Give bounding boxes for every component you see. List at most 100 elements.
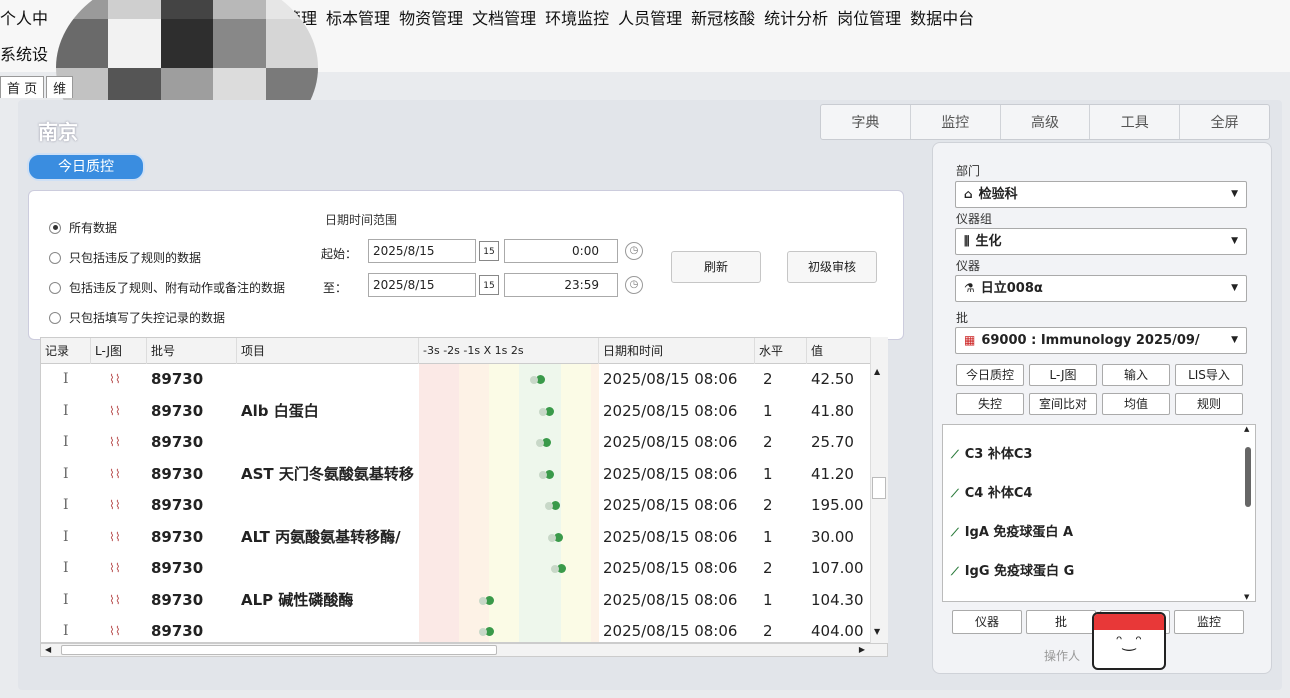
- scroll-down-icon[interactable]: ▼: [1244, 593, 1249, 601]
- column-header[interactable]: 记录: [41, 338, 91, 364]
- bottom-panel-button[interactable]: 监控: [1174, 610, 1244, 634]
- scroll-up-icon[interactable]: ▲: [1244, 425, 1249, 433]
- toolbar-button[interactable]: 全屏: [1180, 105, 1269, 139]
- calendar-icon[interactable]: 15: [479, 275, 499, 295]
- instrument-group-select[interactable]: ⫼ 生化 ▼: [955, 228, 1247, 255]
- bottom-panel-button[interactable]: 仪器: [952, 610, 1022, 634]
- start-time-input[interactable]: 0:00: [504, 239, 618, 263]
- table-row[interactable]: I ⌇⌇ 89730 2025/08/15 08:06 2 25.70: [41, 427, 871, 459]
- panel-button[interactable]: 今日质控: [956, 364, 1024, 386]
- record-icon[interactable]: I: [59, 396, 89, 428]
- filter-radio-option[interactable]: 只包括填写了失控记录的数据: [49, 309, 225, 326]
- lj-chart-icon[interactable]: ⌇⌇: [105, 459, 135, 491]
- refresh-button[interactable]: 刷新: [671, 251, 761, 283]
- toolbar-button[interactable]: 字典: [821, 105, 911, 139]
- column-header[interactable]: 值: [807, 338, 871, 364]
- radio-button[interactable]: [49, 251, 61, 264]
- list-scroll-thumb[interactable]: [1245, 447, 1251, 507]
- record-icon[interactable]: I: [59, 585, 89, 617]
- list-item[interactable]: ⟋ IgG 免疫球蛋白 G: [951, 560, 1074, 579]
- record-icon[interactable]: I: [59, 364, 89, 396]
- lj-chart-icon[interactable]: ⌇⌇: [105, 522, 135, 554]
- table-row[interactable]: I ⌇⌇ 89730 2025/08/15 08:06 2 42.50: [41, 364, 871, 396]
- menu-item[interactable]: 新冠核酸: [691, 5, 764, 29]
- record-icon[interactable]: I: [59, 427, 89, 459]
- toolbar-button[interactable]: 监控: [911, 105, 1001, 139]
- page-tab[interactable]: 维: [46, 76, 74, 98]
- menu-item[interactable]: 标本管理: [326, 5, 399, 29]
- table-row[interactable]: I ⌇⌇ 89730 AST 天门冬氨酸氨基转移 2025/08/15 08:06 1 41…: [41, 459, 871, 491]
- table-row[interactable]: I ⌇⌇ 89730 ALP 碱性磷酸酶 2025/08/15 08:06 1 104.30: [41, 585, 871, 617]
- dept-select[interactable]: ⌂ 检验科 ▼: [955, 181, 1247, 208]
- table-row[interactable]: I ⌇⌇ 89730 ALT 丙氨酸氨基转移酶/2025/08/15 08:06 1 30…: [41, 522, 871, 554]
- grid-vertical-scrollbar[interactable]: ▲ ▼: [870, 337, 888, 643]
- scroll-right-icon[interactable]: ▶: [859, 645, 865, 654]
- hscroll-thumb[interactable]: [61, 645, 497, 655]
- bottom-panel-button[interactable]: 批: [1026, 610, 1096, 634]
- radio-button[interactable]: [49, 311, 61, 324]
- record-icon[interactable]: I: [59, 616, 89, 642]
- instrument-select[interactable]: ⚗ 日立008α ▼: [955, 275, 1247, 302]
- column-header[interactable]: 批号: [147, 338, 237, 364]
- list-item[interactable]: ⟋ IgA 免疫球蛋白 A: [951, 521, 1073, 540]
- toolbar-button[interactable]: 高级: [1001, 105, 1091, 139]
- lj-chart-icon[interactable]: ⌇⌇: [105, 585, 135, 617]
- lj-chart-icon[interactable]: ⌇⌇: [105, 553, 135, 585]
- panel-button[interactable]: 输入: [1102, 364, 1170, 386]
- list-item[interactable]: ⟋ C4 补体C4: [951, 482, 1032, 501]
- column-header[interactable]: 日期和时间: [599, 338, 755, 364]
- menu-item[interactable]: 环境监控: [545, 5, 618, 29]
- column-header[interactable]: -3s -2s -1s X 1s 2s: [419, 338, 599, 364]
- scroll-left-icon[interactable]: ◀: [45, 645, 51, 654]
- scrollbar-thumb[interactable]: [872, 477, 886, 499]
- list-item[interactable]: ⟋ C3 补体C3: [951, 443, 1032, 462]
- panel-button[interactable]: 室间比对: [1029, 393, 1097, 415]
- clock-icon[interactable]: ◷: [625, 276, 643, 294]
- filter-radio-option[interactable]: 所有数据: [49, 219, 117, 236]
- primary-review-button[interactable]: 初级审核: [787, 251, 877, 283]
- column-header[interactable]: L-J图: [91, 338, 147, 364]
- record-icon[interactable]: I: [59, 553, 89, 585]
- lj-chart-icon[interactable]: ⌇⌇: [105, 364, 135, 396]
- menu-item[interactable]: 物资管理: [399, 5, 472, 29]
- column-header[interactable]: 项目: [237, 338, 419, 364]
- batch-select[interactable]: ▦ 69000 : Immunology 2025/09/ ▼: [955, 327, 1247, 354]
- record-icon[interactable]: I: [59, 490, 89, 522]
- list-scrollbar[interactable]: ▲ ▼: [1243, 425, 1253, 601]
- clock-icon[interactable]: ◷: [625, 242, 643, 260]
- today-qc-tab-button[interactable]: 今日质控: [27, 153, 145, 181]
- menu-item[interactable]: 文档管理: [472, 5, 545, 29]
- page-tab[interactable]: 首 页: [0, 76, 45, 98]
- menu-item[interactable]: 数据中台: [910, 5, 983, 29]
- lj-chart-icon[interactable]: ⌇⌇: [105, 616, 135, 642]
- end-date-input[interactable]: 2025/8/15: [368, 273, 476, 297]
- filter-radio-option[interactable]: 包括违反了规则、附有动作或备注的数据: [49, 279, 285, 296]
- scroll-down-icon[interactable]: ▼: [874, 627, 880, 636]
- end-time-input[interactable]: 23:59: [504, 273, 618, 297]
- table-row[interactable]: I ⌇⌇ 89730 2025/08/15 08:06 2 195.00: [41, 490, 871, 522]
- column-header[interactable]: 水平: [755, 338, 807, 364]
- calendar-icon[interactable]: 15: [479, 241, 499, 261]
- record-icon[interactable]: I: [59, 522, 89, 554]
- menu-item[interactable]: 统计分析: [764, 5, 837, 29]
- radio-button[interactable]: [49, 281, 61, 294]
- panel-button[interactable]: 均值: [1102, 393, 1170, 415]
- filter-radio-option[interactable]: 只包括违反了规则的数据: [49, 249, 201, 266]
- radio-button[interactable]: [49, 221, 61, 234]
- start-date-input[interactable]: 2025/8/15: [368, 239, 476, 263]
- table-row[interactable]: I ⌇⌇ 89730 2025/08/15 08:06 2 107.00: [41, 553, 871, 585]
- panel-button[interactable]: LIS导入: [1175, 364, 1243, 386]
- table-row[interactable]: I ⌇⌇ 89730 2025/08/15 08:06 2 404.00: [41, 616, 871, 642]
- record-icon[interactable]: I: [59, 459, 89, 491]
- toolbar-button[interactable]: 工具: [1090, 105, 1181, 139]
- lj-chart-icon[interactable]: ⌇⌇: [105, 396, 135, 428]
- panel-button[interactable]: L-J图: [1029, 364, 1097, 386]
- lj-chart-icon[interactable]: ⌇⌇: [105, 490, 135, 522]
- table-row[interactable]: I ⌇⌇ 89730 Alb 白蛋白 2025/08/15 08:06 1 41.80: [41, 396, 871, 428]
- lj-chart-icon[interactable]: ⌇⌇: [105, 427, 135, 459]
- panel-button[interactable]: 规则: [1175, 393, 1243, 415]
- grid-horizontal-scrollbar[interactable]: ◀ ▶: [40, 643, 888, 657]
- panel-button[interactable]: 失控: [956, 393, 1024, 415]
- menu-item[interactable]: 岗位管理: [837, 5, 910, 29]
- scroll-up-icon[interactable]: ▲: [874, 367, 880, 376]
